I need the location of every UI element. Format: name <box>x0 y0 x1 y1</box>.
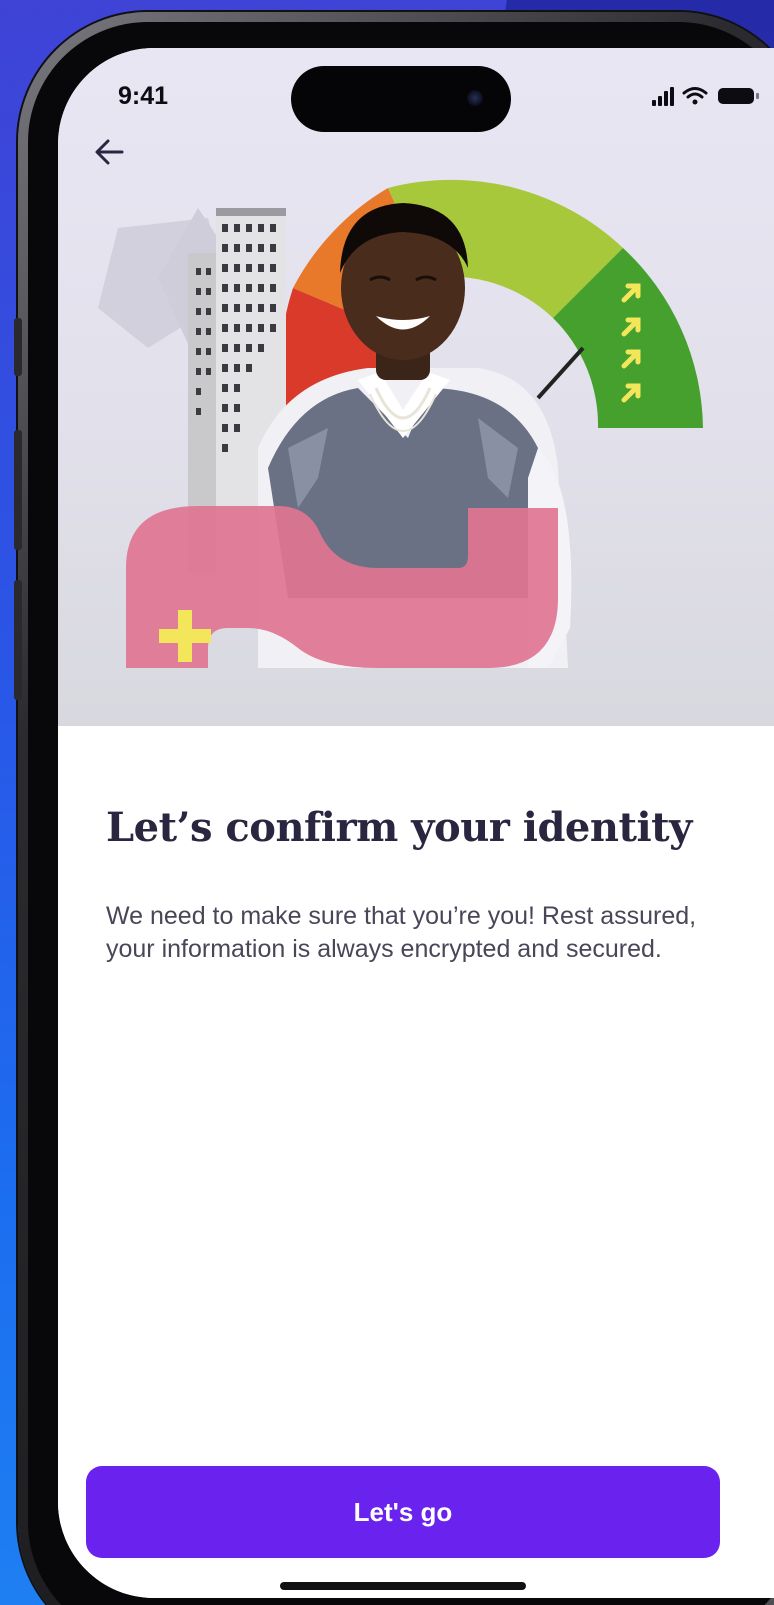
hero-section: 9:41 <box>58 48 774 726</box>
app-screen: 9:41 Let’s confirm your identity We need… <box>58 48 774 1598</box>
back-button[interactable] <box>88 130 132 174</box>
volume-up-button <box>14 430 22 550</box>
page-title: Let’s confirm your identity <box>106 804 692 851</box>
page-description: We need to make sure that you’re you! Re… <box>106 902 697 963</box>
lets-go-button[interactable]: Let's go <box>86 1466 720 1558</box>
battery-icon <box>718 88 759 104</box>
arrow-left-icon <box>95 139 124 165</box>
status-bar: 9:41 <box>58 48 774 148</box>
identity-illustration <box>58 148 774 726</box>
status-time: 9:41 <box>118 82 169 110</box>
cellular-signal-icon <box>652 87 674 106</box>
dynamic-island <box>291 66 511 132</box>
camera-icon <box>467 90 483 106</box>
volume-down-button <box>14 580 22 700</box>
wifi-icon <box>682 87 708 105</box>
content-section: Let’s confirm your identity We need to m… <box>58 726 774 1598</box>
gauge-needle <box>536 346 585 400</box>
hero-illustration-graphic <box>98 179 703 668</box>
status-icons <box>644 84 774 108</box>
action-button <box>14 318 22 376</box>
home-indicator[interactable] <box>280 1582 526 1590</box>
